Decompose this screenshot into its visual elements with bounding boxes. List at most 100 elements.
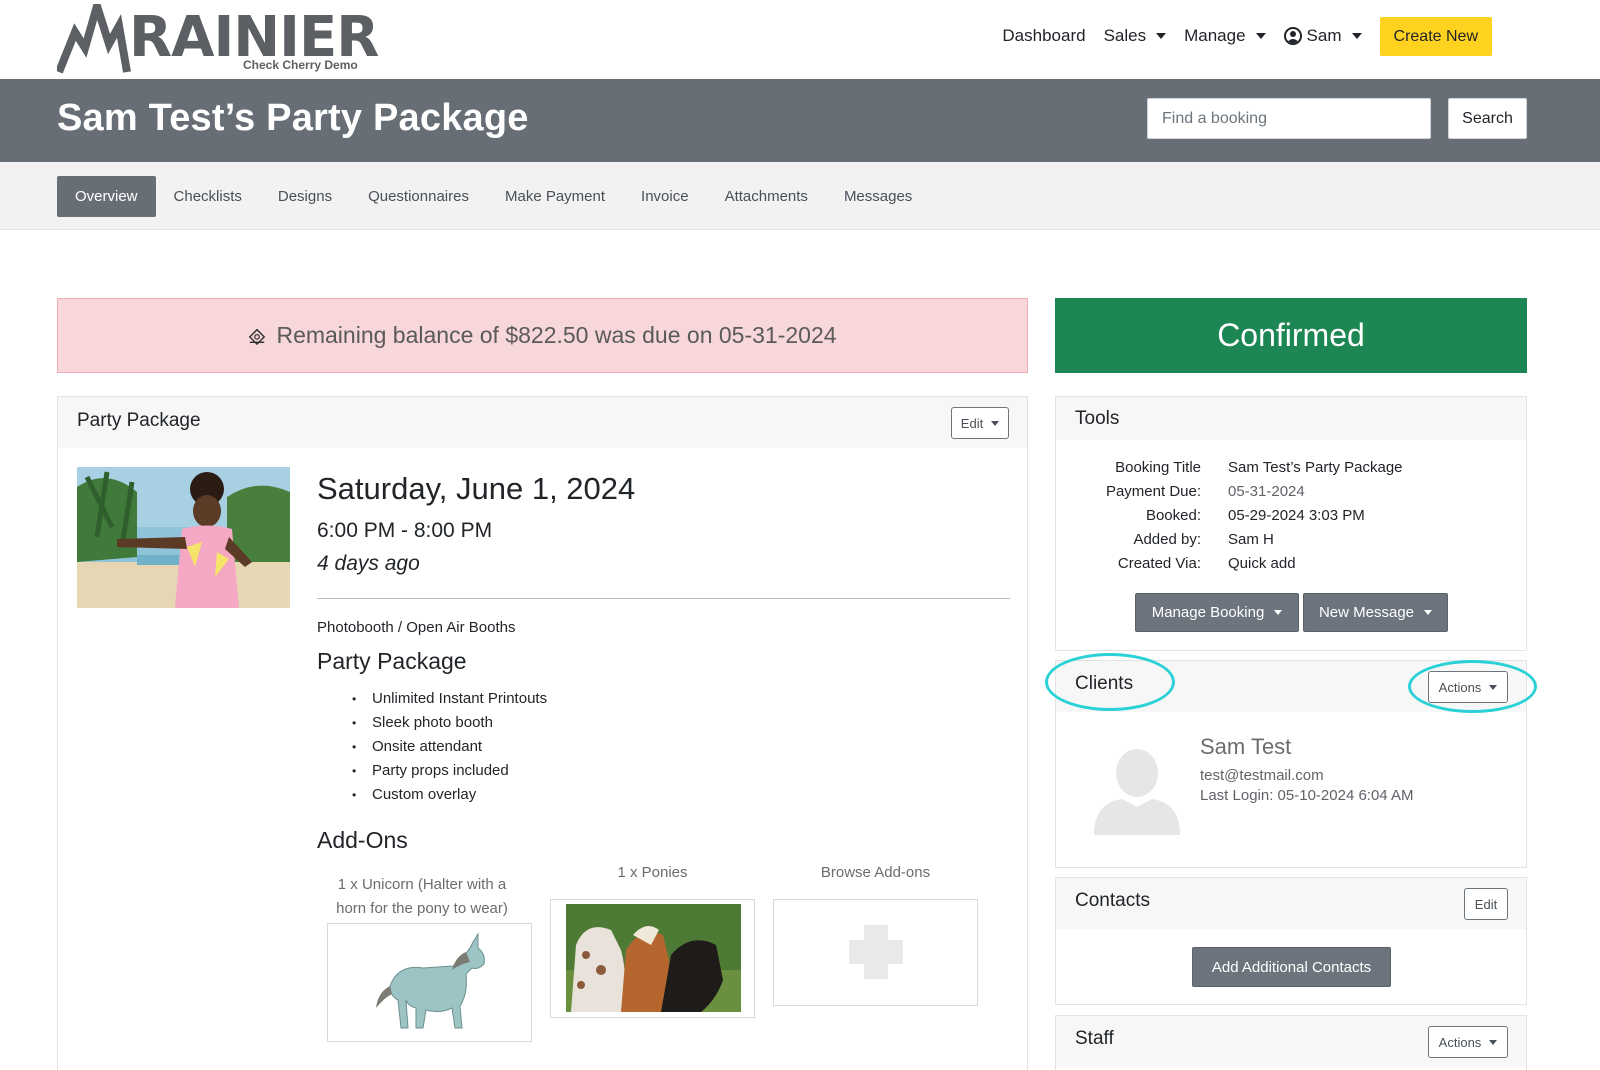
staff-card-header: Staff Actions	[1056, 1016, 1526, 1067]
nav-sales-label: Sales	[1103, 26, 1147, 45]
nav-dashboard[interactable]: Dashboard	[1002, 26, 1085, 46]
contacts-edit-button[interactable]: Edit	[1464, 888, 1508, 920]
tab-questionnaires[interactable]: Questionnaires	[350, 176, 487, 217]
clients-card-header: Clients Actions	[1056, 661, 1526, 712]
caret-down-icon	[1351, 33, 1362, 39]
tab-attachments[interactable]: Attachments	[707, 176, 826, 217]
rainier-logo[interactable]: RAINIER Check Cherry Demo	[57, 4, 379, 74]
clients-actions-label: Actions	[1438, 679, 1482, 695]
tools-value: Sam Test’s Party Package	[1228, 459, 1403, 476]
tab-messages[interactable]: Messages	[826, 176, 930, 217]
caret-down-icon	[1255, 33, 1266, 39]
addon-unicorn-label-line1: 1 x Unicorn (Halter with a	[337, 876, 507, 893]
client-avatar-placeholder-icon	[1094, 749, 1180, 835]
tools-row-payment-due: Payment Due: 05-31-2024	[1056, 483, 1528, 503]
top-navbar: RAINIER Check Cherry Demo Dashboard Sale…	[0, 0, 1600, 79]
tools-row-created-via: Created Via: Quick add	[1056, 555, 1528, 575]
nav-manage-label: Manage	[1184, 26, 1246, 45]
search-button[interactable]: Search	[1448, 98, 1527, 139]
manage-booking-dropdown[interactable]: Manage Booking	[1135, 593, 1299, 632]
client-name[interactable]: Sam Test	[1200, 734, 1291, 760]
tools-key: Booked:	[1145, 507, 1201, 524]
tools-key: Booking Title	[1115, 459, 1201, 476]
tools-card: Tools Booking Title Sam Test’s Party Pac…	[1055, 396, 1527, 651]
main-nav: Dashboard Sales Manage Sam Create New	[984, 16, 1492, 56]
contacts-card-header: Contacts Edit	[1056, 878, 1526, 929]
balance-alert-text: Remaining balance of $822.50 was due on …	[276, 322, 837, 348]
addons-title: Add-Ons	[317, 827, 408, 853]
nav-manage-dropdown[interactable]: Manage	[1184, 26, 1266, 46]
caret-down-icon	[1489, 684, 1498, 690]
contacts-card: Contacts Edit Add Additional Contacts	[1055, 877, 1527, 1005]
tab-overview[interactable]: Overview	[57, 176, 156, 217]
tools-row-booked: Booked: 05-29-2024 3:03 PM	[1056, 507, 1528, 527]
event-relative-time: 4 days ago	[317, 552, 420, 575]
addon-unicorn-label: 1 x Unicorn (Halter with a horn for the …	[317, 873, 527, 921]
add-additional-contacts-button[interactable]: Add Additional Contacts	[1192, 947, 1391, 987]
nav-user-dropdown[interactable]: Sam	[1283, 26, 1362, 46]
booking-status-badge: Confirmed	[1055, 298, 1527, 373]
tools-value: 05-31-2024	[1228, 483, 1305, 500]
tools-key: Created Via:	[1117, 555, 1201, 572]
tab-make-payment[interactable]: Make Payment	[487, 176, 623, 217]
tools-value: Sam H	[1228, 531, 1274, 548]
addon-ponies-card[interactable]	[550, 899, 755, 1018]
package-edit-label: Edit	[960, 415, 984, 431]
tab-invoice[interactable]: Invoice	[623, 176, 707, 217]
tools-row-added-by: Added by: Sam H	[1056, 531, 1528, 551]
money-icon	[249, 328, 266, 345]
tab-designs[interactable]: Designs	[260, 176, 350, 217]
tools-key: Payment Due:	[1105, 483, 1201, 500]
party-package-card-header: Party Package Edit	[58, 397, 1027, 448]
addon-ponies-label: 1 x Ponies	[550, 861, 755, 885]
event-time: 6:00 PM - 8:00 PM	[317, 519, 493, 542]
tools-card-title: Tools	[1075, 408, 1120, 429]
addon-unicorn-label-line2: horn for the pony to wear)	[336, 900, 508, 917]
clients-card: Clients Actions Sam Test test@testmail.c…	[1055, 660, 1527, 868]
tabs-bar: Overview Checklists Designs Questionnair…	[0, 162, 1600, 230]
event-photo	[77, 467, 290, 608]
caret-down-icon	[1156, 33, 1167, 39]
tools-value: Quick add	[1228, 555, 1296, 572]
caret-down-icon	[991, 420, 1000, 426]
booking-search-input[interactable]	[1147, 98, 1431, 139]
mountain-logo-icon	[57, 4, 131, 74]
list-item: Sleek photo booth	[352, 711, 547, 735]
party-package-card-title: Party Package	[77, 410, 201, 431]
new-message-dropdown[interactable]: New Message	[1303, 593, 1448, 632]
logo-subtitle: Check Cherry Demo	[243, 58, 358, 72]
addon-ponies-label-line1: 1 x Ponies	[617, 864, 688, 881]
tab-checklists[interactable]: Checklists	[156, 176, 260, 217]
package-category: Photobooth / Open Air Booths	[317, 619, 516, 636]
browse-addons-card[interactable]	[773, 899, 978, 1006]
client-email: test@testmail.com	[1200, 767, 1324, 784]
tools-key: Added by:	[1133, 531, 1201, 548]
staff-card-title: Staff	[1075, 1028, 1114, 1049]
manage-booking-label: Manage Booking	[1151, 604, 1265, 621]
tools-value: 05-29-2024 3:03 PM	[1228, 507, 1365, 524]
nav-sales-dropdown[interactable]: Sales	[1104, 26, 1167, 46]
contacts-card-title: Contacts	[1075, 890, 1150, 911]
package-features-list: Unlimited Instant Printouts Sleek photo …	[352, 687, 547, 807]
caret-down-icon	[1274, 610, 1283, 615]
page-header-band: Sam Test’s Party Package Search	[0, 79, 1600, 162]
caret-down-icon	[1424, 610, 1433, 615]
event-date: Saturday, June 1, 2024	[317, 471, 636, 506]
ponies-image	[566, 904, 741, 1012]
nav-dashboard-label: Dashboard	[1002, 26, 1086, 45]
balance-alert: Remaining balance of $822.50 was due on …	[57, 298, 1028, 373]
addon-unicorn-card[interactable]	[327, 923, 532, 1042]
staff-actions-dropdown[interactable]: Actions	[1428, 1026, 1508, 1058]
caret-down-icon	[1489, 1039, 1498, 1045]
client-last-login: Last Login: 05-10-2024 6:04 AM	[1200, 787, 1414, 804]
booking-tabs: Overview Checklists Designs Questionnair…	[57, 176, 930, 217]
create-new-button[interactable]: Create New	[1379, 16, 1492, 56]
staff-card: Staff Actions	[1055, 1015, 1527, 1070]
package-edit-dropdown[interactable]: Edit	[951, 407, 1009, 439]
list-item: Onsite attendant	[352, 735, 547, 759]
user-circle-icon	[1283, 27, 1302, 45]
clients-actions-dropdown[interactable]: Actions	[1428, 671, 1508, 703]
browse-addons-label: Browse Add-ons	[773, 861, 978, 885]
tools-card-header: Tools	[1056, 397, 1526, 440]
staff-actions-label: Actions	[1438, 1034, 1482, 1050]
